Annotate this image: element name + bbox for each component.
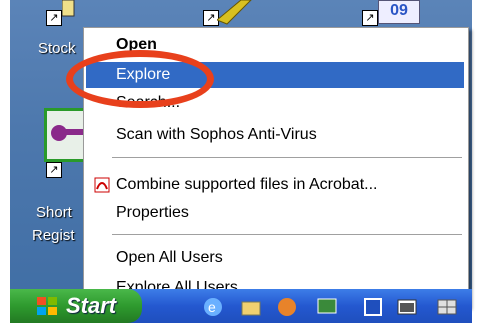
acrobat-icon (94, 177, 110, 193)
quicklaunch-desktop-icon[interactable] (316, 296, 338, 318)
svg-text:e: e (208, 299, 216, 315)
menu-item-combine-acrobat[interactable]: Combine supported files in Acrobat... (86, 172, 464, 198)
menu-item-label: Combine supported files in Acrobat... (116, 176, 378, 193)
menu-item-open-all-users[interactable]: Open All Users (86, 245, 464, 271)
calendar-badge: 09 (378, 0, 420, 24)
menu-item-scan-sophos[interactable]: Scan with Sophos Anti-Virus (86, 122, 464, 148)
desktop-icon-calendar[interactable]: ↗ 09 (362, 0, 420, 30)
annotation-circle (66, 50, 214, 108)
menu-item-properties[interactable]: Properties (86, 200, 464, 226)
quicklaunch-grid-icon[interactable] (436, 296, 458, 318)
desktop-label-stock: Stock (38, 40, 76, 57)
desktop-label-short: Short (36, 204, 72, 221)
registry-key-icon (51, 125, 83, 141)
menu-separator (112, 234, 462, 235)
quicklaunch-folder-icon[interactable] (240, 296, 262, 318)
desktop-icon-stock[interactable]: ↗ (46, 0, 82, 30)
quicklaunch-word-icon[interactable] (362, 296, 384, 318)
menu-separator (112, 157, 462, 158)
shortcut-arrow-icon: ↗ (362, 10, 378, 26)
shortcut-arrow-icon: ↗ (46, 162, 62, 178)
desktop-label-regist: Regist (32, 227, 75, 244)
shortcut-arrow-icon: ↗ (46, 10, 62, 26)
quicklaunch-ie-icon[interactable]: e (202, 296, 224, 318)
start-label: Start (66, 293, 117, 318)
windows-flag-icon (37, 297, 57, 315)
desktop-icon-app[interactable]: ↗ (203, 0, 252, 30)
start-button[interactable]: Start (10, 289, 142, 323)
folder-icon (62, 0, 75, 17)
quicklaunch-firefox-icon[interactable] (276, 296, 298, 318)
key-icon (217, 0, 252, 25)
quicklaunch-window-icon[interactable] (396, 296, 418, 318)
